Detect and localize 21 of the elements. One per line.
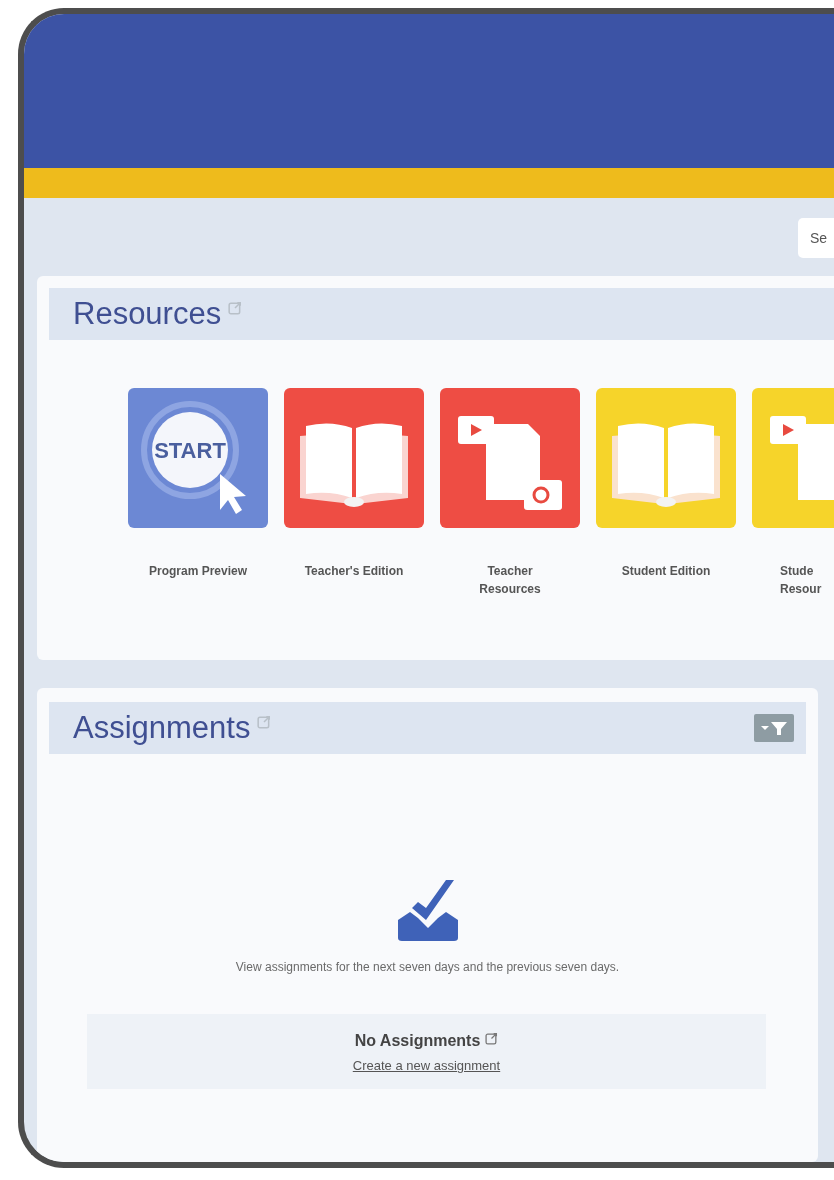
tile-label[interactable]: Program Preview: [148, 564, 247, 578]
resource-tile[interactable]: START: [128, 388, 268, 528]
tile-label[interactable]: Resour: [780, 582, 822, 596]
resource-tile[interactable]: [440, 388, 580, 528]
section-title: Assignments: [73, 710, 251, 746]
tile-label[interactable]: Stude: [780, 564, 814, 578]
info-text: View assignments for the next seven days and the previous seven days.: [235, 960, 620, 974]
tile-label[interactable]: Teacher: [487, 564, 533, 578]
section-title: Resources: [73, 296, 222, 332]
external-link-icon[interactable]: [485, 1032, 499, 1045]
create-assignment-link[interactable]: Create a new assignment: [352, 1058, 501, 1073]
search-field[interactable]: Se: [798, 218, 834, 258]
filter-icon: [759, 719, 789, 737]
tile-label[interactable]: Student Edition: [621, 564, 711, 578]
resource-tile[interactable]: [284, 388, 424, 528]
empty-title: No Assignments: [354, 1032, 481, 1050]
filter-button[interactable]: [754, 714, 794, 742]
tile-label[interactable]: Resources: [479, 582, 541, 596]
tile-label[interactable]: Teacher's Edition: [304, 564, 404, 578]
resource-tile[interactable]: [596, 388, 736, 528]
inbox-check-icon: [395, 878, 460, 942]
